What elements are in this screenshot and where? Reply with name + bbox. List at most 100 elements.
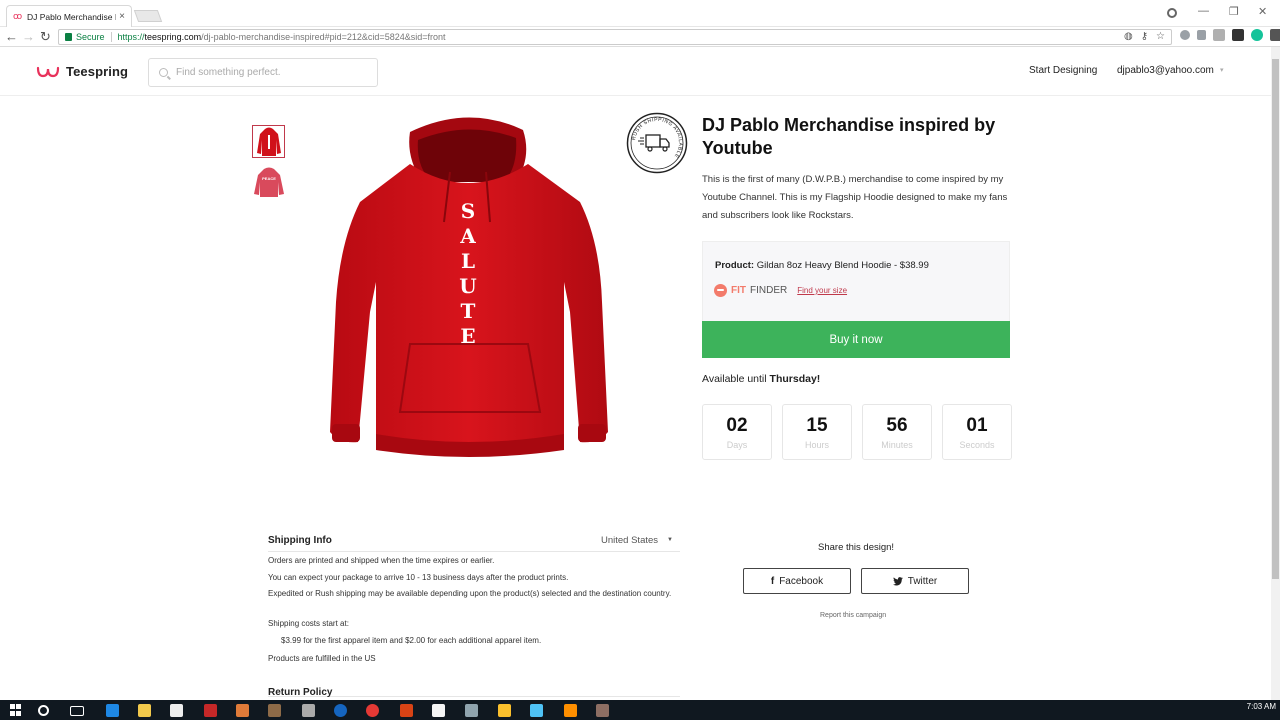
app-icon[interactable] [432,704,445,717]
buy-it-now-button[interactable]: Buy it now [702,321,1010,358]
tab-title: DJ Pablo Merchandise In [27,11,117,22]
url-path: /dj-pablo-merchandise-inspired#pid=212&c… [201,32,446,42]
availability-text: Available until Thursday! [702,373,820,385]
shopping-extension-icon[interactable] [1213,29,1225,41]
available-prefix: Available until [702,373,767,385]
menu-extension-icon[interactable] [1270,29,1280,41]
product-line[interactable]: Product: Gildan 8oz Heavy Blend Hoodie -… [715,260,929,271]
browser-tab[interactable]: ꝏ DJ Pablo Merchandise In × [6,5,132,27]
facebook-icon: f [770,575,775,587]
twitter-label: Twitter [907,575,938,587]
hoodie-front-thumbnail-icon [256,127,281,156]
reload-icon[interactable]: ↻ [40,29,51,45]
lock-icon [65,33,72,41]
shipping-text: Expedited or Rush shipping may be availa… [268,589,672,598]
cookie-icon[interactable]: ◍ [1124,31,1133,42]
product-value: Gildan 8oz Heavy Blend Hoodie - $38.99 [756,260,929,271]
tab-close-icon[interactable]: × [119,11,125,22]
fit-finder-row: FIT FINDER Find your size [714,284,847,297]
scrollbar-thumb[interactable] [1272,59,1279,579]
search-box[interactable] [148,58,378,87]
countdown-label: Days [726,440,748,450]
maximize-icon[interactable]: ❐ [1229,5,1239,18]
minimize-icon[interactable]: — [1198,5,1209,17]
vlc-icon[interactable] [564,704,577,717]
chevron-down-icon[interactable]: ▼ [667,537,673,543]
account-menu[interactable]: djpablo3@yahoo.com [1117,65,1214,76]
edge-icon[interactable] [106,704,119,717]
fit-finder-icon [714,284,727,297]
url-field[interactable]: Secure https:// teespring.com /dj-pablo-… [58,29,1172,45]
countdown-timer: 02 Days 15 Hours 56 Minutes 01 Seconds [702,404,1012,460]
twitter-share-button[interactable]: Twitter [861,568,969,594]
lock-extension-icon[interactable] [1197,30,1206,40]
countdown-label: Hours [804,440,829,450]
forward-icon[interactable]: → [22,29,35,45]
grammarly-extension-icon[interactable] [1251,29,1263,41]
available-day: Thursday! [769,373,821,385]
profile-icon[interactable] [1167,8,1177,18]
chrome-icon[interactable] [366,704,379,717]
shipping-info-title: Shipping Info [268,535,332,546]
url-host: teespring.com [144,32,202,42]
extension-icons [1180,29,1280,41]
thumbnail-back[interactable]: PEACE [252,165,285,198]
search-input[interactable] [176,67,366,78]
browser-tab-bar: ꝏ DJ Pablo Merchandise In × — ❐ ✕ [0,0,1280,27]
report-campaign-link[interactable]: Report this campaign [820,612,886,619]
facebook-label: Facebook [779,575,824,587]
countdown-value: 56 [886,415,908,436]
windows-start-icon[interactable] [10,704,22,716]
thumb-back-text: PEACE [262,176,276,181]
teespring-favicon-icon: ꝏ [13,11,23,21]
window-close-icon[interactable]: ✕ [1258,5,1267,18]
back-icon[interactable]: ← [5,29,18,45]
person-extension-icon[interactable] [1180,30,1190,40]
hoodie-letter: E [460,324,475,348]
fit-finder-label: FINDER [750,285,788,296]
fit-finder-fit: FIT [731,285,746,296]
return-policy-header[interactable]: Return Policy [268,682,680,698]
countdown-label: Minutes [881,440,913,450]
site-header: Teespring Start Designing djpablo3@yahoo… [0,48,1271,96]
teespring-logo[interactable]: Teespring [36,64,128,79]
product-selector-box: Product: Gildan 8oz Heavy Blend Hoodie -… [702,241,1010,321]
hoodie-letter: T [461,299,476,323]
countdown-value: 15 [806,415,828,436]
task-view-icon[interactable] [70,706,84,716]
internet-explorer-icon[interactable] [334,704,347,717]
bookmark-star-icon[interactable]: ☆ [1156,31,1165,42]
app-icon[interactable] [268,704,281,717]
app-icon[interactable] [400,704,413,717]
app-icon[interactable] [236,704,249,717]
b-extension-icon[interactable] [1232,29,1244,41]
thumbnail-front[interactable] [252,125,285,158]
countdown-minutes: 56 Minutes [862,404,932,460]
product-description: This is the first of many (D.W.P.B.) mer… [702,174,1008,221]
new-tab-button[interactable] [133,10,163,22]
app-icon[interactable] [498,704,511,717]
store-icon[interactable] [170,704,183,717]
secure-label: Secure [76,32,112,42]
hoodie-back-thumbnail-icon: PEACE [253,167,284,197]
chevron-down-icon[interactable]: ▾ [1220,66,1224,74]
countdown-hours: 15 Hours [782,404,852,460]
app-icon[interactable] [204,704,217,717]
product-image[interactable]: S A L U T E [318,112,618,468]
page-scrollbar[interactable] [1271,47,1280,700]
countdown-label: Seconds [959,440,995,450]
search-icon[interactable] [38,705,49,716]
facebook-share-button[interactable]: f Facebook [743,568,851,594]
country-select[interactable]: United States [601,535,658,546]
shipping-text: $3.99 for the first apparel item and $2.… [281,636,542,645]
start-designing-link[interactable]: Start Designing [1029,65,1097,76]
file-explorer-icon[interactable] [138,704,151,717]
app-icon[interactable] [465,704,478,717]
hoodie-letter: S [461,199,475,223]
app-icon[interactable] [302,704,315,717]
key-icon[interactable]: ⚷ [1141,31,1148,42]
app-icon[interactable] [530,704,543,717]
app-icon[interactable] [596,704,609,717]
find-your-size-link[interactable]: Find your size [797,286,847,295]
taskbar-clock[interactable]: 7:03 AM [1238,702,1276,711]
